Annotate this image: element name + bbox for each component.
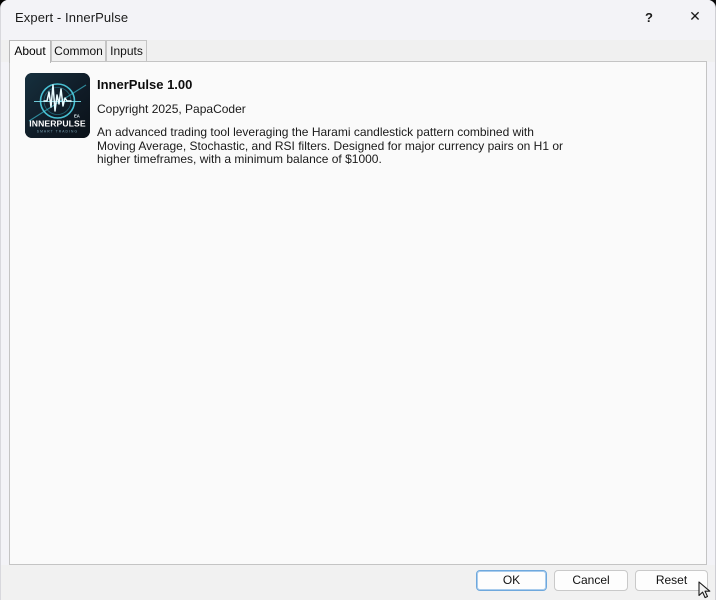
cancel-button[interactable]: Cancel — [554, 570, 628, 591]
logo-brand-text: INNERPULSE — [29, 119, 86, 129]
tab-about[interactable]: About — [9, 40, 51, 63]
about-tab-panel: EA INNERPULSE SMART TRADING InnerPulse 1… — [9, 61, 707, 565]
dialog-footer: OK Cancel Reset — [1, 565, 715, 600]
product-description: An advanced trading tool leveraging the … — [97, 125, 563, 166]
tab-inputs[interactable]: Inputs — [106, 40, 147, 62]
help-button[interactable]: ? — [626, 0, 672, 34]
close-x-icon: ✕ — [689, 9, 701, 25]
tab-strip: About Common Inputs — [1, 40, 715, 63]
tab-common[interactable]: Common — [51, 40, 106, 62]
reset-button[interactable]: Reset — [635, 570, 708, 591]
ok-button[interactable]: OK — [476, 570, 547, 591]
question-mark-icon: ? — [645, 9, 653, 25]
product-title: InnerPulse 1.00 — [97, 77, 193, 92]
title-bar: Expert - InnerPulse ? ✕ — [1, 0, 715, 38]
logo-tagline-text: SMART TRADING — [37, 130, 78, 134]
copyright-text: Copyright 2025, PapaCoder — [97, 102, 246, 116]
innerpulse-logo-icon: EA INNERPULSE SMART TRADING — [25, 73, 90, 138]
close-button[interactable]: ✕ — [672, 0, 715, 34]
window-title: Expert - InnerPulse — [15, 10, 129, 25]
expert-properties-dialog: Expert - InnerPulse ? ✕ About Common Inp… — [0, 0, 716, 600]
